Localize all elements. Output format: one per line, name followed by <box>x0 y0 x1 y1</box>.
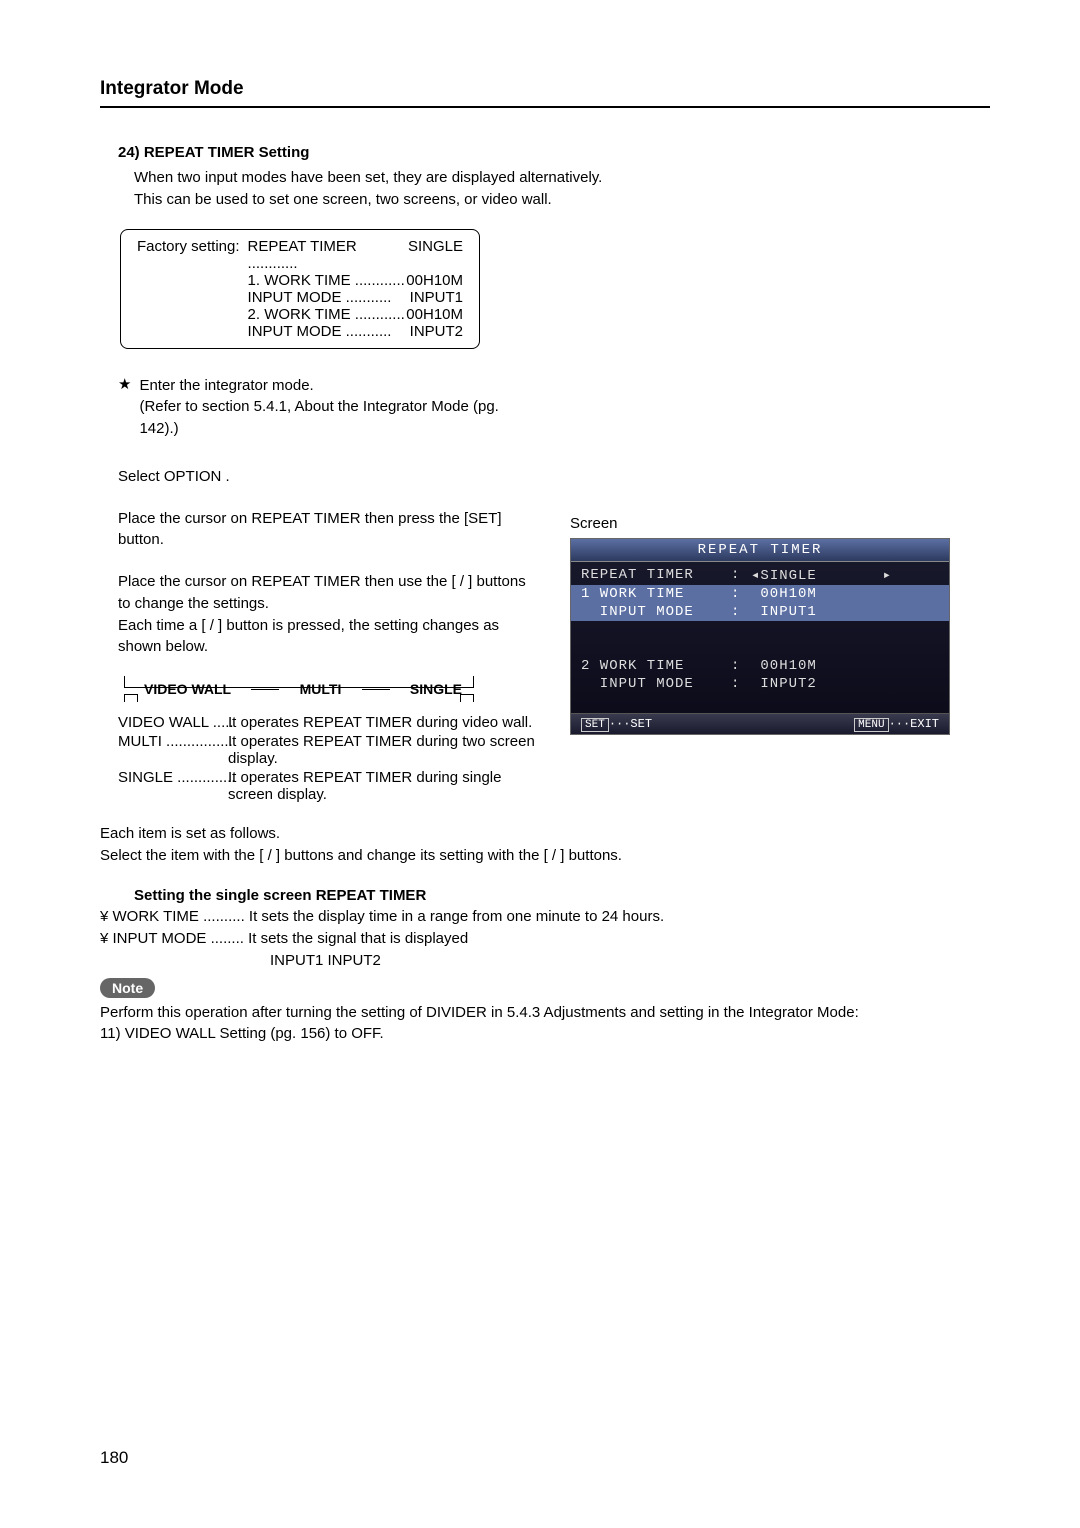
osd-sep: : <box>731 676 751 692</box>
note-text1: Perform this operation after turning the… <box>100 1002 990 1024</box>
desc-val: It operates REPEAT TIMER during video wa… <box>228 714 540 731</box>
fs-key: 1. WORK TIME ............ <box>248 272 405 289</box>
note-badge: Note <box>100 978 155 998</box>
cycle-b: MULTI <box>300 681 342 697</box>
intro-line-2: This can be used to set one screen, two … <box>134 189 990 211</box>
desc-key: SINGLE .............. <box>118 769 228 803</box>
fs-val: 00H10M <box>406 272 463 289</box>
inputmode-line: ¥ INPUT MODE ........ It sets the signal… <box>100 928 990 950</box>
fs-val: 00H10M <box>406 306 463 323</box>
osd-footer-right: ···EXIT <box>889 717 939 731</box>
step2: Select OPTION . <box>118 466 540 488</box>
worktime-line: ¥ WORK TIME .......... It sets the displ… <box>100 906 990 928</box>
desc-val: It operates REPEAT TIMER during two scre… <box>228 733 540 767</box>
followup-p1: Each item is set as follows. <box>100 823 990 845</box>
osd-menu-btn-icon: MENU <box>854 718 888 732</box>
star-icon: ★ <box>118 375 131 440</box>
osd-sep: : <box>731 586 751 602</box>
osd-sep: : <box>731 567 751 584</box>
fs-val: INPUT2 <box>410 323 463 340</box>
fs-key: INPUT MODE ........... <box>248 289 392 306</box>
fs-key: REPEAT TIMER ............ <box>248 238 408 272</box>
desc-key: VIDEO WALL ..... <box>118 714 228 731</box>
osd-set-btn-icon: SET <box>581 718 609 732</box>
osd-key: 1 WORK TIME <box>581 586 731 602</box>
step4b: Each time a [ / ] button is pressed, the… <box>118 615 540 659</box>
step4a: Place the cursor on REPEAT TIMER then us… <box>118 571 540 615</box>
fs-val: SINGLE <box>408 238 463 272</box>
desc-key: MULTI ................ <box>118 733 228 767</box>
osd-key: INPUT MODE <box>581 676 731 692</box>
fs-key: 2. WORK TIME ............ <box>248 306 405 323</box>
osd-val: ◂SINGLE ▸ <box>751 567 939 584</box>
osd-val: INPUT2 <box>751 676 939 692</box>
cycle-c: SINGLE <box>410 681 462 697</box>
step3: Place the cursor on REPEAT TIMER then pr… <box>118 508 540 552</box>
osd-key: 2 WORK TIME <box>581 658 731 674</box>
desc-val: It operates REPEAT TIMER during single s… <box>228 769 540 803</box>
line-icon <box>362 689 390 690</box>
note-text2: 11) VIDEO WALL Setting (pg. 156) to OFF. <box>100 1023 990 1045</box>
fs-val: INPUT1 <box>410 289 463 306</box>
osd-sep: : <box>731 604 751 620</box>
factory-setting-box: Factory setting: REPEAT TIMER ..........… <box>120 229 480 349</box>
followup-subheading: Setting the single screen REPEAT TIMER <box>134 885 990 907</box>
followup-p2: Select the item with the [ / ] buttons a… <box>100 845 990 867</box>
intro-line-1: When two input modes have been set, they… <box>134 167 990 189</box>
step1b: (Refer to section 5.4.1, About the Integ… <box>139 396 540 440</box>
inputmode-options: INPUT1 INPUT2 <box>270 950 990 972</box>
osd-val: 00H10M <box>751 586 939 602</box>
page-title: Integrator Mode <box>100 78 990 108</box>
osd-key: REPEAT TIMER <box>581 567 731 584</box>
osd-footer-left: ···SET <box>609 717 652 731</box>
osd-sep: : <box>731 658 751 674</box>
line-icon <box>251 689 279 690</box>
step1a: Enter the integrator mode. <box>139 375 540 397</box>
page-number: 180 <box>100 1448 128 1468</box>
osd-val: 00H10M <box>751 658 939 674</box>
fs-key: INPUT MODE ........... <box>248 323 392 340</box>
factory-setting-label: Factory setting: <box>137 238 240 340</box>
screen-label: Screen <box>570 515 990 532</box>
section-heading: 24) REPEAT TIMER Setting <box>118 144 990 161</box>
osd-val: INPUT1 <box>751 604 939 620</box>
cycle-a: VIDEO WALL <box>144 681 231 697</box>
osd-key: INPUT MODE <box>581 604 731 620</box>
osd-title: REPEAT TIMER <box>571 539 949 562</box>
osd-panel: REPEAT TIMER REPEAT TIMER:◂SINGLE ▸ 1 WO… <box>570 538 950 735</box>
